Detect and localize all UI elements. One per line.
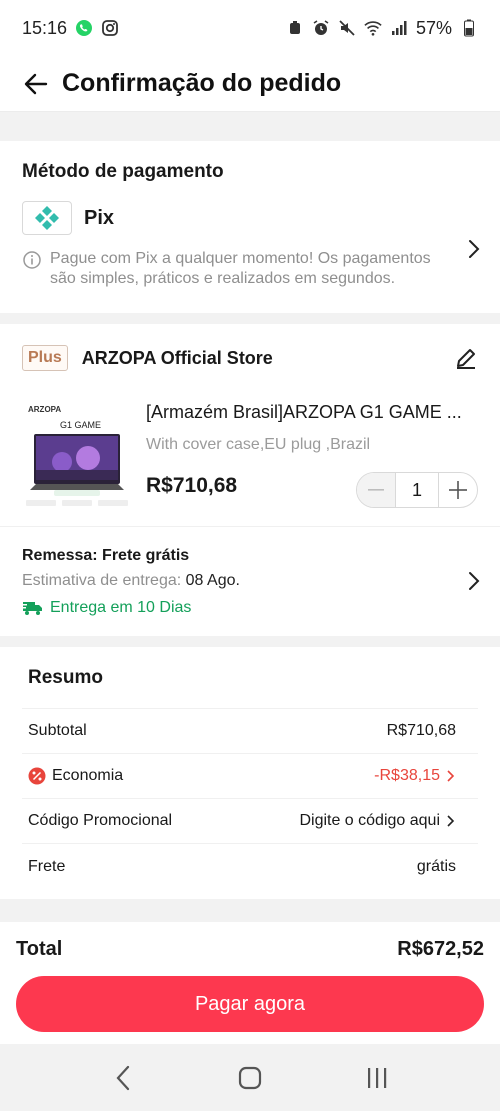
summary-section: Resumo Subtotal R$710,68 Economia -R$38,…: [0, 647, 500, 899]
plus-badge: Plus: [22, 345, 68, 371]
shipping-estimate-label: Estimativa de entrega:: [22, 572, 182, 589]
promo-code-row[interactable]: Código Promocional Digite o código aqui: [22, 799, 478, 844]
page-header: Confirmação do pedido: [0, 56, 500, 112]
quantity-value[interactable]: 1: [395, 473, 439, 507]
wifi-icon: [364, 19, 382, 37]
shipping-row[interactable]: Remessa: Frete grátis Estimativa de entr…: [0, 526, 500, 636]
subtotal-label: Subtotal: [28, 722, 87, 739]
product-image-model: G1 GAME: [60, 420, 101, 430]
payment-method-row[interactable]: Pix: [22, 201, 478, 235]
shipping-title: Remessa: Frete grátis: [22, 547, 190, 564]
total-value: R$672,52: [397, 937, 484, 960]
subtotal-row: Subtotal R$710,68: [22, 709, 478, 754]
product-title[interactable]: [Armazém Brasil]ARZOPA G1 GAME ...: [146, 402, 476, 423]
alarm-icon: [286, 19, 304, 37]
increase-quantity-button[interactable]: [439, 473, 477, 507]
truck-icon: [22, 600, 44, 616]
pix-icon: [22, 201, 72, 235]
delivery-note: Entrega em 10 Dias: [22, 599, 478, 617]
info-icon: [22, 250, 42, 270]
decrease-quantity-button[interactable]: [357, 473, 395, 507]
battery-icon: [460, 19, 478, 37]
promo-code-label: Código Promocional: [28, 812, 173, 829]
shipping-estimate: Estimativa de entrega: 08 Ago.: [22, 572, 478, 590]
battery-percent: 57%: [415, 17, 452, 38]
store-name[interactable]: ARZOPA Official Store: [82, 348, 273, 369]
subtotal-value: R$710,68: [386, 722, 456, 739]
quantity-stepper: 1: [356, 472, 478, 508]
whatsapp-icon: [75, 19, 93, 37]
system-nav-bar: [0, 1045, 500, 1111]
signal-icon: [390, 19, 408, 37]
savings-value: -R$38,15: [374, 767, 440, 784]
delivery-note-text: Entrega em 10 Dias: [50, 599, 192, 616]
status-bar: 15:16 57%: [0, 0, 500, 56]
chevron-right-icon[interactable]: [468, 571, 480, 596]
nav-recents-icon[interactable]: [357, 1058, 397, 1098]
payment-section-title: Método de pagamento: [22, 161, 224, 182]
back-arrow-icon[interactable]: [22, 70, 50, 98]
promo-code-input[interactable]: Digite o código aqui: [299, 812, 440, 830]
payment-method-name: Pix: [84, 206, 115, 229]
discount-icon: [28, 767, 46, 785]
savings-row[interactable]: Economia -R$38,15: [22, 754, 478, 799]
product-variant: With cover case,EU plug ,Brazil: [146, 436, 371, 453]
product-row[interactable]: ARZOPA G1 GAME [Armazém Brasil]ARZOPA G1…: [0, 392, 500, 526]
product-price: R$710,68: [146, 474, 238, 497]
chevron-right-icon[interactable]: [446, 769, 456, 783]
chevron-right-icon[interactable]: [468, 239, 480, 264]
payment-info-text: Pague com Pix a qualquer momento! Os pag…: [50, 250, 431, 287]
store-section: Plus ARZOPA Official Store ARZOPA G1 GAM…: [0, 324, 500, 636]
savings-label: Economia: [52, 767, 124, 784]
payment-info-row: Pague com Pix a qualquer momento! Os pag…: [22, 249, 478, 289]
total-label: Total: [16, 937, 63, 960]
payment-method-section[interactable]: Método de pagamento Pix Pague com Pix a …: [0, 141, 500, 313]
instagram-icon: [101, 19, 119, 37]
total-row: Total R$672,52: [16, 922, 484, 976]
chevron-right-icon[interactable]: [446, 814, 456, 828]
savings-value-group: -R$38,15: [374, 767, 456, 785]
mute-icon: [338, 19, 356, 37]
nav-home-icon[interactable]: [230, 1058, 270, 1098]
status-time: 15:16: [22, 17, 68, 38]
checkout-bar: Total R$672,52 Pagar agora: [0, 922, 500, 1044]
product-image-brand: ARZOPA: [28, 405, 61, 414]
summary-title: Resumo: [22, 647, 478, 709]
nav-back-icon[interactable]: [103, 1058, 143, 1098]
edit-icon[interactable]: [454, 346, 478, 370]
product-image[interactable]: ARZOPA G1 GAME: [22, 400, 132, 512]
shipping-estimate-date: 08 Ago.: [185, 572, 240, 589]
page-title: Confirmação do pedido: [62, 69, 342, 97]
shipping-cost-value: grátis: [416, 857, 456, 875]
clock-icon: [312, 19, 330, 37]
shipping-cost-row: Frete grátis: [22, 844, 478, 889]
shipping-cost-label: Frete: [28, 857, 66, 875]
promo-code-group[interactable]: Digite o código aqui: [299, 812, 456, 830]
pay-now-button[interactable]: Pagar agora: [16, 976, 484, 1032]
store-header: Plus ARZOPA Official Store: [0, 324, 500, 392]
